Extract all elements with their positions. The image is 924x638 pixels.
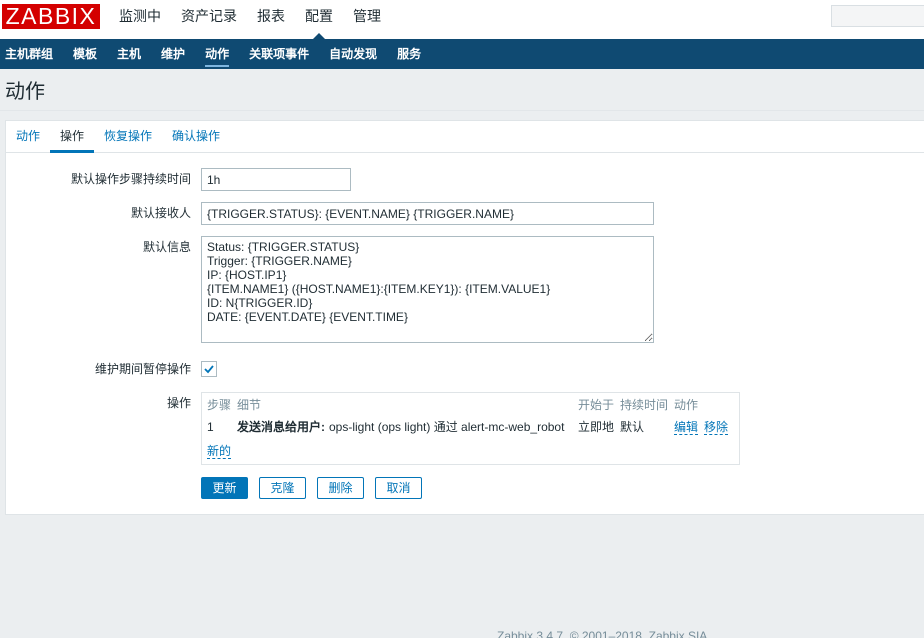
operation-step: 1 xyxy=(207,420,214,434)
tab-acknowledge-operations[interactable]: 确认操作 xyxy=(162,121,230,152)
sub-menu-actions[interactable]: 动作 xyxy=(205,39,230,69)
sub-menu-hosts[interactable]: 主机 xyxy=(117,39,141,69)
default-subject-field[interactable] xyxy=(201,202,654,225)
step-duration-label: 默认操作步骤持续时间 xyxy=(70,172,191,186)
search-input[interactable] xyxy=(831,5,924,27)
pause-maintenance-label: 维护期间暂停操作 xyxy=(94,362,191,376)
update-button[interactable]: 更新 xyxy=(201,477,248,499)
operation-start-in: 立即地 xyxy=(578,420,615,434)
menu-item-monitoring[interactable]: 监测中 xyxy=(109,0,171,39)
menu-item-label: 资产记录 xyxy=(181,8,237,24)
menu-item-configuration[interactable]: 配置 xyxy=(295,0,343,39)
menu-item-label: 报表 xyxy=(257,8,285,24)
sub-menu-templates[interactable]: 模板 xyxy=(73,39,97,69)
menu-item-label: 监测中 xyxy=(119,8,161,24)
action-form-panel: 动作 操作 恢复操作 确认操作 默认操作步骤持续时间 默认接收人 默认信息 St… xyxy=(5,120,924,515)
default-message-field[interactable]: Status: {TRIGGER.STATUS} Trigger: {TRIGG… xyxy=(201,236,654,343)
default-subject-label: 默认接收人 xyxy=(130,206,191,220)
sub-menu-host-groups[interactable]: 主机群组 xyxy=(5,39,53,69)
sub-menu: 主机群组 模板 主机 维护 动作 关联项事件 自动发现 服务 xyxy=(5,39,441,69)
page-title: 动作 xyxy=(5,81,45,103)
tab-operations[interactable]: 操作 xyxy=(50,121,95,153)
sub-menu-services[interactable]: 服务 xyxy=(397,39,421,69)
column-header-action: 动作 xyxy=(674,398,699,412)
column-header-start-in: 开始于 xyxy=(578,398,615,412)
delete-button[interactable]: 删除 xyxy=(317,477,364,499)
form-tabs: 动作 操作 恢复操作 确认操作 xyxy=(6,121,924,153)
page-header: 动作 xyxy=(0,69,924,111)
menu-item-inventory[interactable]: 资产记录 xyxy=(171,0,247,39)
footer: Zabbix 3.4.7. © 2001–2018, Zabbix SIA xyxy=(497,628,737,638)
step-duration-field[interactable] xyxy=(201,168,351,191)
top-nav: ZABBIX 监测中 资产记录 报表 配置 管理 xyxy=(0,0,924,39)
menu-item-label: 配置 xyxy=(305,8,333,24)
default-message-label: 默认信息 xyxy=(142,240,191,254)
sub-menu-discovery[interactable]: 自动发现 xyxy=(329,39,377,69)
menu-item-administration[interactable]: 管理 xyxy=(343,0,391,39)
operation-type: 发送消息给用户: xyxy=(237,420,325,434)
clone-button[interactable]: 克隆 xyxy=(259,477,306,499)
operations-label: 操作 xyxy=(166,396,191,410)
column-header-details: 细节 xyxy=(237,398,262,412)
remove-operation-link[interactable]: 移除 xyxy=(704,420,729,435)
operation-details: 发送消息给用户: ops-light (ops light) 通过 alert-m… xyxy=(237,420,564,434)
sub-menu-correlation[interactable]: 关联项事件 xyxy=(249,39,309,69)
operation-duration: 默认 xyxy=(620,420,645,434)
zabbix-logo[interactable]: ZABBIX xyxy=(2,4,100,29)
check-icon xyxy=(204,365,214,374)
menu-item-reports[interactable]: 报表 xyxy=(247,0,295,39)
pause-maintenance-checkbox[interactable] xyxy=(201,361,217,377)
cancel-button[interactable]: 取消 xyxy=(375,477,422,499)
edit-operation-link[interactable]: 编辑 xyxy=(674,420,699,435)
tab-action[interactable]: 动作 xyxy=(6,121,50,152)
column-header-duration: 持续时间 xyxy=(620,398,669,412)
sub-nav: 主机群组 模板 主机 维护 动作 关联项事件 自动发现 服务 xyxy=(0,39,924,69)
operations-table: 步骤 细节 开始于 持续时间 动作 1 发送消息给用户: ops-light (o… xyxy=(201,392,740,465)
sub-menu-maintenance[interactable]: 维护 xyxy=(161,39,185,69)
column-header-step: 步骤 xyxy=(207,398,232,412)
new-operation-link[interactable]: 新的 xyxy=(207,444,232,459)
tab-recovery-operations[interactable]: 恢复操作 xyxy=(94,121,162,152)
footer-copyright: Zabbix 3.4.7. © 2001–2018, Zabbix SIA xyxy=(497,629,708,638)
menu-item-label: 管理 xyxy=(353,8,381,24)
operation-recipient: ops-light (ops light) 通过 alert-mc-web_ro… xyxy=(329,420,565,434)
main-menu: 监测中 资产记录 报表 配置 管理 xyxy=(109,0,391,39)
